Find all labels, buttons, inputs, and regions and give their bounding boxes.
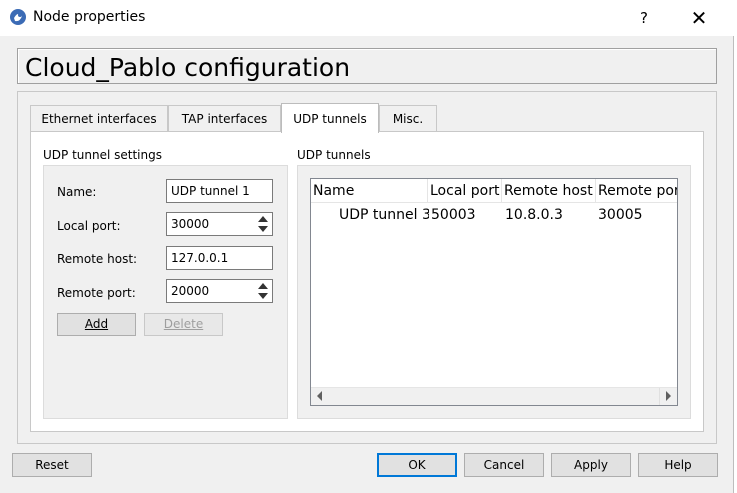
column-header[interactable]: Remote host [502, 179, 596, 203]
help-button[interactable]: Help [638, 453, 718, 477]
remote-host-field[interactable]: 127.0.0.1 [166, 246, 273, 270]
table-cell: UDP tunnel 3 [339, 207, 429, 223]
tunnels-table[interactable]: Name Local port Remote host Remote por U… [310, 178, 678, 406]
arrow-down-icon[interactable] [258, 293, 268, 299]
horizontal-scrollbar[interactable] [311, 387, 677, 405]
local-port-label: Local port: [57, 219, 121, 233]
spin-arrows[interactable] [256, 214, 271, 234]
column-header[interactable]: Remote por [596, 179, 677, 203]
remote-port-value: 20000 [171, 284, 210, 298]
scroll-right-icon[interactable] [666, 391, 671, 401]
table-cell: 50003 [431, 207, 476, 223]
question-icon[interactable]: ? [628, 7, 660, 29]
remote-host-label: Remote host: [57, 252, 138, 266]
scroll-divider [659, 388, 660, 405]
delete-button[interactable]: Delete [144, 313, 223, 336]
tab-tap-interfaces[interactable]: TAP interfaces [168, 105, 281, 131]
scroll-track[interactable] [329, 390, 659, 403]
ok-button[interactable]: OK [377, 453, 457, 477]
remote-port-label: Remote port: [57, 286, 136, 300]
background-window-edge [733, 36, 737, 493]
reset-button[interactable]: Reset [12, 453, 92, 477]
apply-button[interactable]: Apply [551, 453, 631, 477]
name-field[interactable]: UDP tunnel 1 [166, 179, 273, 203]
close-icon[interactable]: ✕ [682, 4, 716, 32]
column-header[interactable]: Local port [428, 179, 502, 203]
local-port-value: 30000 [171, 217, 210, 231]
arrow-up-icon[interactable] [258, 283, 268, 289]
table-cell: 30005 [598, 207, 643, 223]
cancel-button[interactable]: Cancel [464, 453, 544, 477]
arrow-down-icon[interactable] [258, 226, 268, 232]
tunnels-group-label: UDP tunnels [297, 148, 371, 162]
tab-misc[interactable]: Misc. [379, 105, 437, 131]
column-header[interactable]: Name [311, 179, 428, 203]
page-title: Cloud_Pablo configuration [25, 53, 351, 82]
tab-ethernet-interfaces[interactable]: Ethernet interfaces [30, 105, 168, 131]
window-title: Node properties [33, 9, 146, 25]
arrow-up-icon[interactable] [258, 216, 268, 222]
scroll-left-icon[interactable] [317, 391, 322, 401]
local-port-spinbox[interactable]: 30000 [166, 212, 273, 236]
tab-udp-tunnels[interactable]: UDP tunnels [281, 103, 379, 133]
add-button[interactable]: Add [57, 313, 136, 336]
name-label: Name: [57, 185, 97, 199]
gns3-icon [10, 9, 26, 25]
spin-arrows[interactable] [256, 281, 271, 301]
remote-port-spinbox[interactable]: 20000 [166, 279, 273, 303]
settings-group-label: UDP tunnel settings [43, 148, 162, 162]
table-cell: 10.8.0.3 [505, 207, 563, 223]
